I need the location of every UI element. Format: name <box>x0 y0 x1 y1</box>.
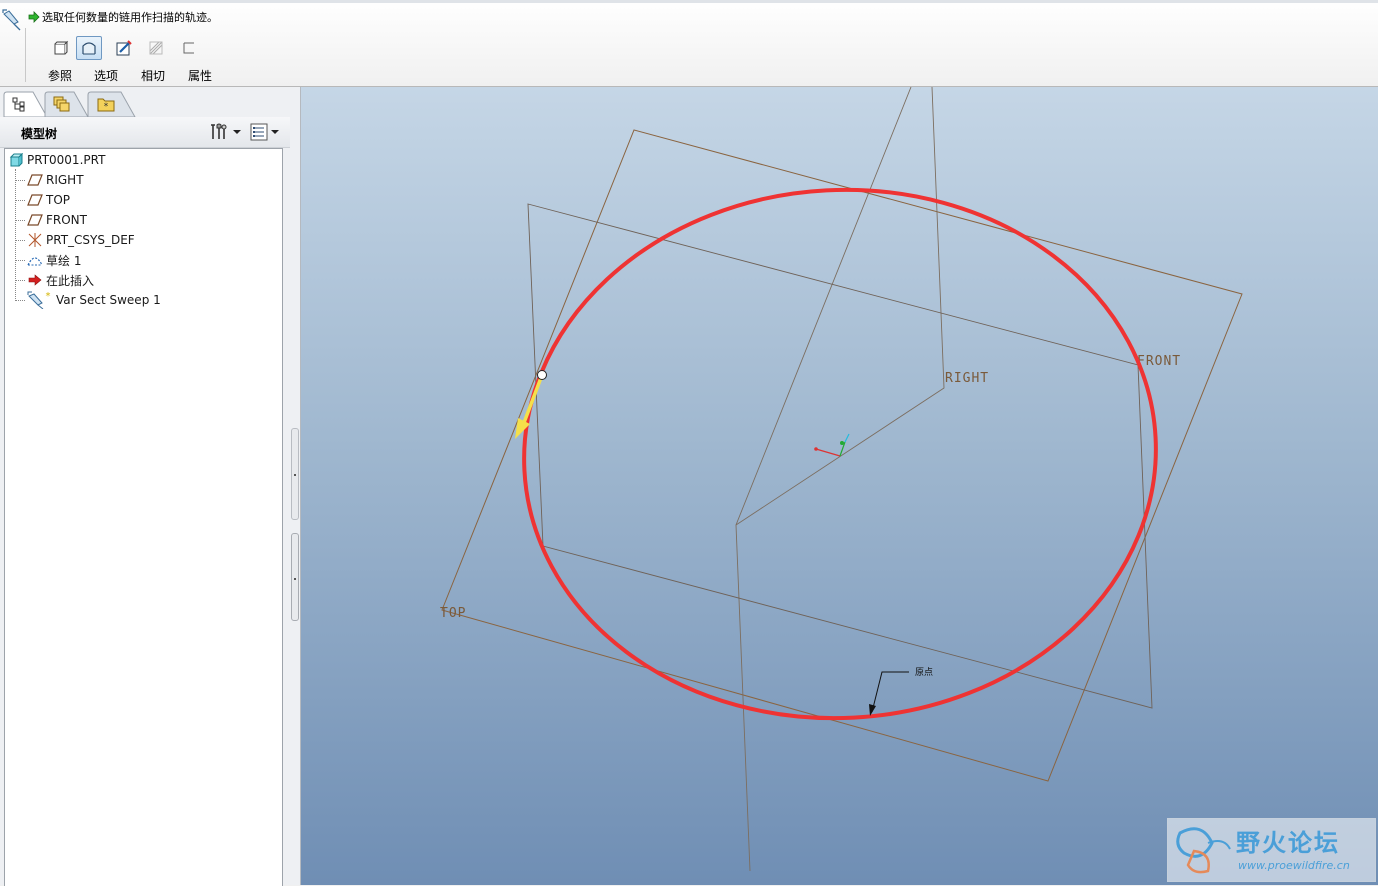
panel-collapse-handle[interactable] <box>291 533 299 621</box>
reference-button[interactable] <box>47 36 73 60</box>
tab-properties[interactable]: 属性 <box>180 67 220 84</box>
tools-icon <box>211 123 227 139</box>
model-tree-title: 模型树 <box>21 127 58 141</box>
properties-icon <box>183 42 194 54</box>
tree-item-sketch[interactable]: 草绘 1 <box>27 250 81 270</box>
model-tree-icon <box>12 97 25 112</box>
tree-connector <box>15 200 25 201</box>
front-plane-label: FRONT <box>1137 354 1181 369</box>
tangency-button[interactable] <box>111 36 137 60</box>
favorites-folder-icon: * <box>97 98 115 112</box>
tangency-icon <box>116 40 132 56</box>
tab-tangency[interactable]: 相切 <box>133 67 173 84</box>
tree-item-right[interactable]: RIGHT <box>27 170 84 190</box>
tree-item-label: Var Sect Sweep 1 <box>56 293 161 307</box>
model-tree-header: 模型树 <box>0 117 290 148</box>
feature-dashboard: 选取任何数量的链用作扫描的轨迹。 参照 选项 相切 属性 <box>0 0 1378 87</box>
tab-reference[interactable]: 参照 <box>40 67 80 84</box>
message-prompt: 选取任何数量的链用作扫描的轨迹。 <box>28 9 218 25</box>
tree-item-label: 草绘 1 <box>46 253 82 268</box>
tree-item-csys[interactable]: PRT_CSYS_DEF <box>27 230 135 250</box>
options-icon <box>82 42 96 55</box>
watermark-title: 野火论坛 <box>1236 829 1340 857</box>
graphics-window[interactable]: RIGHT FRONT TOP 原点 <box>301 87 1378 885</box>
panel-sash-handle[interactable] <box>291 428 299 520</box>
tree-connector <box>15 169 16 301</box>
tab-options[interactable]: 选项 <box>86 67 126 84</box>
tree-item-front[interactable]: FRONT <box>27 210 87 230</box>
butterfly-logo <box>1176 827 1231 874</box>
part-icon <box>8 152 24 168</box>
insert-here-icon <box>27 272 43 288</box>
tree-item-top[interactable]: TOP <box>27 190 70 210</box>
window-top-strip <box>0 0 1378 3</box>
tree-item-label: 在此插入 <box>46 273 95 288</box>
csys-triad-icon <box>814 433 850 457</box>
options-button[interactable] <box>76 36 102 60</box>
properties-button[interactable] <box>176 36 202 60</box>
tree-item-label: PRT_CSYS_DEF <box>46 233 135 247</box>
tree-connector <box>15 280 25 281</box>
sash-grip-icon <box>294 474 296 476</box>
tree-settings-dropdown[interactable] <box>210 122 244 142</box>
prompt-text: 选取任何数量的链用作扫描的轨迹。 <box>42 11 218 24</box>
tangent-surface-icon <box>149 41 163 55</box>
tree-connector <box>15 220 25 221</box>
forum-watermark: 野火论坛 www.proewildfire.cn <box>1167 818 1376 882</box>
datum-plane-icon <box>27 172 43 188</box>
list-view-icon <box>250 123 268 141</box>
tangency-disabled-button[interactable] <box>143 36 169 60</box>
datum-plane-icon <box>27 212 43 228</box>
chevron-down-icon <box>271 130 279 134</box>
tree-item-insert-here[interactable]: 在此插入 <box>27 270 94 290</box>
model-tree: PRT0001.PRT RIGHT TOP FRONT PRT_CSYS_DEF… <box>4 148 283 886</box>
var-sect-sweep-feature-icon <box>1 8 23 32</box>
sash-grip-icon <box>294 578 296 580</box>
tree-item-label: FRONT <box>46 213 87 227</box>
layers-icon <box>53 96 70 112</box>
right-plane-label: RIGHT <box>945 371 989 386</box>
datum-plane-icon <box>27 192 43 208</box>
tree-item-root[interactable]: PRT0001.PRT <box>8 150 105 170</box>
csys-icon <box>27 232 43 248</box>
watermark-url: www.proewildfire.cn <box>1238 859 1350 872</box>
svg-text:*: * <box>46 291 51 302</box>
layers-tab[interactable] <box>44 91 89 117</box>
right-datum-plane[interactable] <box>735 87 912 872</box>
start-point-handle[interactable] <box>537 370 547 380</box>
tree-item-var-sect-sweep[interactable]: * Var Sect Sweep 1 <box>27 290 161 310</box>
var-sect-sweep-icon: * <box>27 291 53 309</box>
sketch-icon <box>27 252 43 268</box>
green-arrow-icon <box>28 11 40 23</box>
svg-text:*: * <box>104 102 109 112</box>
model-tree-tab[interactable] <box>3 91 48 117</box>
start-point-label: 原点 <box>915 667 933 678</box>
top-plane-label: TOP <box>440 606 466 621</box>
navigator-panel: * 模型树 PRT0001.PRT RIGHT TOP FRONT PRT_CS… <box>0 87 301 886</box>
tree-item-label: RIGHT <box>46 173 84 187</box>
dashboard-separator <box>25 28 26 82</box>
tree-item-label: PRT0001.PRT <box>27 153 106 167</box>
tree-connector <box>15 180 25 181</box>
sweep-trajectory-curve[interactable] <box>511 174 1170 734</box>
favorites-tab[interactable]: * <box>87 91 136 117</box>
tree-item-label: TOP <box>46 193 71 207</box>
tree-show-dropdown[interactable] <box>250 122 284 142</box>
navigator-tabs: * <box>0 91 300 117</box>
tree-connector <box>15 300 25 301</box>
start-point-callout <box>869 671 909 716</box>
model-view[interactable]: RIGHT FRONT TOP 原点 <box>301 87 1378 885</box>
tree-connector <box>15 240 25 241</box>
reference-icon <box>54 40 69 55</box>
tree-connector <box>15 260 25 261</box>
chevron-down-icon <box>233 130 241 134</box>
